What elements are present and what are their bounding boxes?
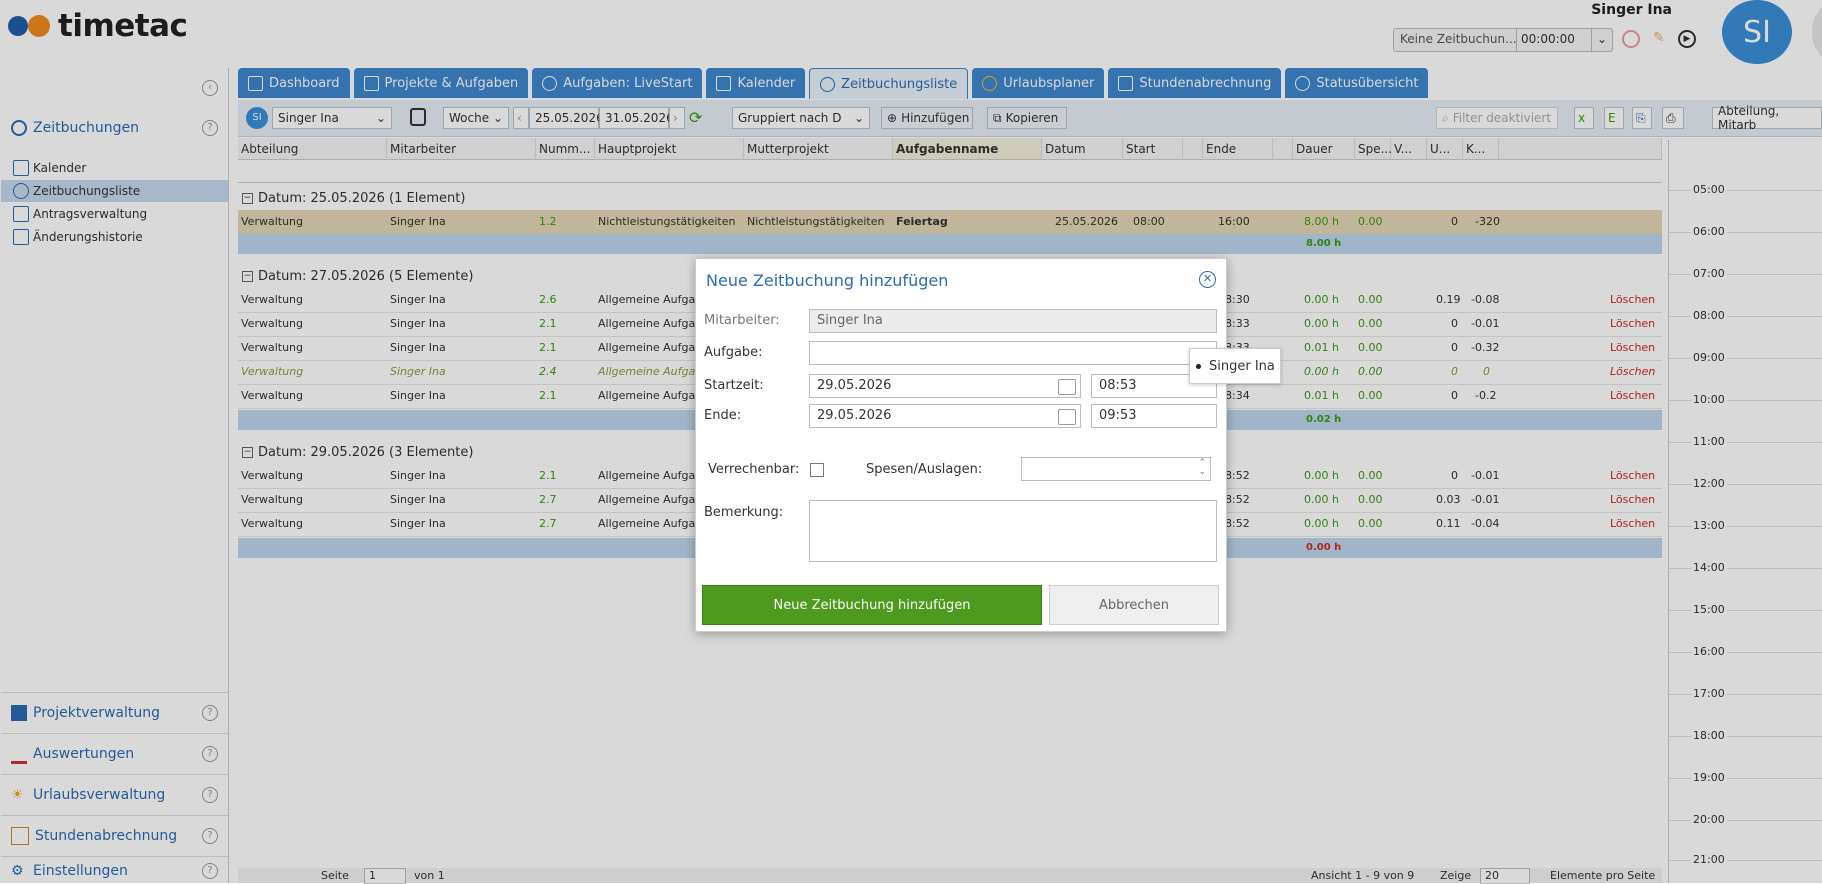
employee-tooltip[interactable]: Singer Ina — [1189, 348, 1281, 384]
calendar-icon[interactable] — [1058, 409, 1076, 425]
stepper-arrows-icon[interactable]: ⌃ ⌄ — [1198, 459, 1206, 477]
aufgabe-label: Aufgabe: — [704, 345, 763, 360]
mitarbeiter-field: Singer Ina — [809, 309, 1217, 333]
ende-label: Ende: — [704, 408, 742, 423]
startzeit-label: Startzeit: — [704, 378, 764, 393]
start-date-field[interactable]: 29.05.2026 — [809, 374, 1081, 398]
spesen-label: Spesen/Auslagen: — [866, 462, 983, 477]
start-date-value: 29.05.2026 — [817, 378, 892, 393]
add-booking-button[interactable]: Neue Zeitbuchung hinzufügen — [702, 585, 1042, 625]
mitarbeiter-label: Mitarbeiter: — [704, 313, 780, 328]
spesen-stepper[interactable]: ⌃ ⌄ — [1021, 457, 1211, 481]
close-icon[interactable]: ✕ — [1199, 271, 1216, 288]
end-date-field[interactable]: 29.05.2026 — [809, 404, 1081, 428]
calendar-icon[interactable] — [1058, 379, 1076, 395]
verrechenbar-checkbox[interactable] — [810, 463, 824, 477]
new-booking-dialog: Neue Zeitbuchung hinzufügen ✕ Mitarbeite… — [695, 258, 1227, 632]
bemerkung-label: Bemerkung: — [704, 505, 784, 520]
bemerkung-textarea[interactable] — [809, 500, 1217, 562]
dialog-title: Neue Zeitbuchung hinzufügen — [706, 271, 949, 290]
tooltip-text: Singer Ina — [1209, 358, 1275, 374]
end-date-value: 29.05.2026 — [817, 408, 892, 423]
bullet-icon — [1196, 363, 1201, 369]
cancel-button[interactable]: Abbrechen — [1049, 585, 1219, 625]
aufgabe-field[interactable] — [809, 341, 1217, 365]
verrechenbar-label: Verrechenbar: — [708, 462, 800, 477]
end-time-field[interactable]: 09:53 — [1091, 404, 1217, 428]
